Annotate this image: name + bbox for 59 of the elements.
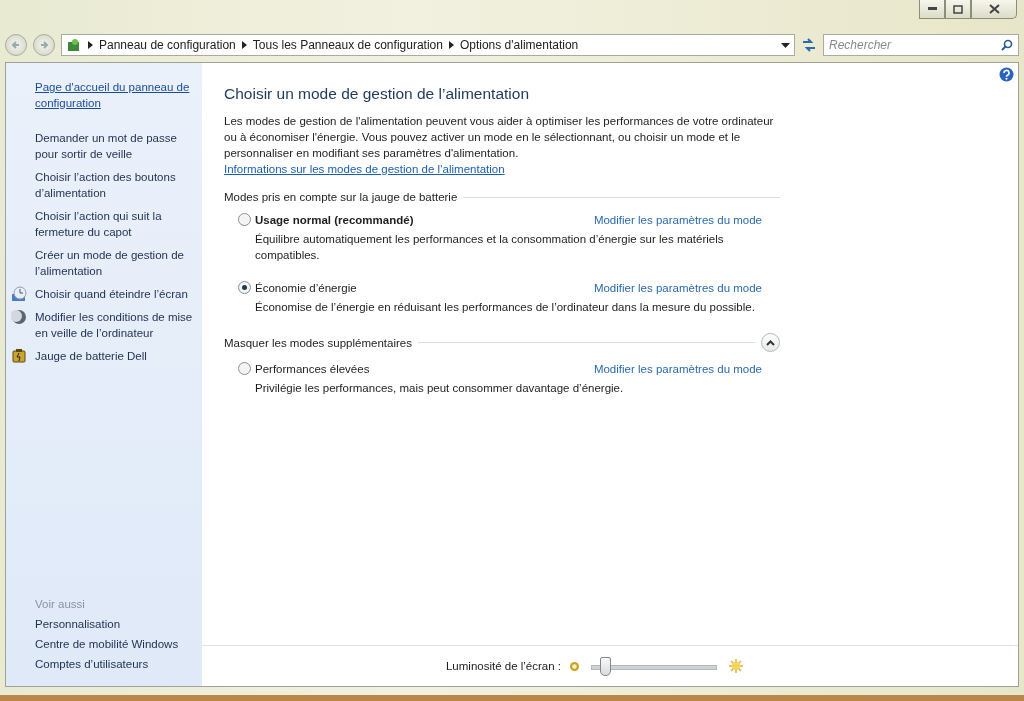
info-link[interactable]: Informations sur les modes de gestion de l’alimentation bbox=[224, 163, 505, 175]
plan-name: Économie d’énergie bbox=[255, 281, 357, 294]
task-link[interactable]: Choisir l’action des boutons d’alimentation bbox=[35, 169, 194, 201]
see-also-heading: Voir aussi bbox=[35, 598, 86, 610]
breadcrumb-arrow-icon bbox=[241, 41, 247, 49]
plan-description: Privilégie les performances, mais peut consommer davantage d’énergie. bbox=[255, 381, 625, 396]
back-arrow-icon bbox=[11, 40, 21, 50]
radio-button[interactable] bbox=[238, 362, 251, 375]
breadcrumb-arrow-icon bbox=[88, 41, 93, 49]
minimize-icon bbox=[927, 7, 937, 11]
chevron-up-icon bbox=[766, 339, 775, 346]
plan-description: Économise de l’énergie en réduisant les performances de l’ordinateur dans la mesure du possible. bbox=[255, 300, 756, 315]
see-also-link[interactable]: Personnalisation bbox=[35, 618, 194, 630]
maximize-button[interactable] bbox=[945, 0, 971, 19]
bright-sun-icon bbox=[728, 658, 745, 674]
task-link[interactable]: Jauge de batterie Dell bbox=[35, 348, 147, 364]
search-field[interactable]: Rechercher bbox=[823, 34, 1019, 56]
task-link[interactable]: Modifier les conditions de mise en veille de l’ordinateur bbox=[35, 309, 194, 341]
breadcrumb-item[interactable]: Tous les Panneaux de configuration bbox=[252, 38, 443, 52]
task-link[interactable]: Choisir l’action qui suit la fermeture du capot bbox=[35, 208, 194, 240]
address-bar[interactable]: Panneau de configuration Tous les Panneaux de configuration Options d'alimentation bbox=[61, 34, 795, 56]
group-heading: Masquer les modes supplémentaires bbox=[224, 336, 412, 349]
collapse-button[interactable] bbox=[761, 333, 780, 352]
monitor-clock-icon bbox=[11, 286, 27, 302]
change-settings-link[interactable]: Modifier les paramètres du mode bbox=[593, 213, 762, 226]
dropdown-arrow-icon[interactable] bbox=[781, 42, 790, 48]
moon-icon bbox=[11, 309, 27, 325]
dim-sun-icon bbox=[569, 660, 581, 672]
see-also-link[interactable]: Centre de mobilité Windows bbox=[35, 638, 194, 650]
radio-button[interactable] bbox=[238, 213, 251, 226]
close-button[interactable] bbox=[971, 0, 1017, 19]
page-title: Choisir un mode de gestion de l’alimentation bbox=[224, 85, 530, 103]
control-panel-icon bbox=[66, 37, 82, 53]
refresh-icon[interactable] bbox=[801, 38, 817, 52]
plan-name: Usage normal (recommandé) bbox=[255, 213, 414, 226]
help-icon[interactable] bbox=[999, 67, 1014, 82]
breadcrumb-item[interactable]: Options d'alimentation bbox=[459, 38, 579, 52]
see-also-link[interactable]: Comptes d’utilisateurs bbox=[35, 658, 194, 670]
slider-thumb[interactable] bbox=[600, 656, 612, 676]
search-icon bbox=[1001, 39, 1013, 51]
breadcrumb-arrow-icon bbox=[448, 41, 454, 49]
task-link[interactable]: Choisir quand éteindre l’écran bbox=[35, 286, 188, 302]
close-icon bbox=[988, 4, 1000, 14]
plan-name: Performances élevées bbox=[255, 362, 370, 375]
breadcrumb-item[interactable]: Panneau de configuration bbox=[99, 38, 236, 52]
plan-description: Équilibre automatiquement les performances et la consommation d’énergie sur les matériels compatibles. bbox=[255, 232, 725, 263]
intro-paragraph: Les modes de gestion de l'alimentation peuvent vous aider à optimiser les performances de votre ordinateur ou à économiser l'énergie. Vous pouvez activer un mode en le sélectionnant, ou choisir un mode et le personnaliser en modifiant ses paramètres d'alimentation. Informations sur les modes de gestion de l’alimentation bbox=[224, 114, 775, 177]
forward-arrow-icon bbox=[39, 40, 49, 50]
radio-button[interactable] bbox=[238, 281, 251, 294]
battery-icon bbox=[11, 348, 27, 364]
group-heading: Modes pris en compte sur la jauge de batterie bbox=[224, 191, 458, 203]
change-settings-link[interactable]: Modifier les paramètres du mode bbox=[593, 281, 762, 294]
task-link[interactable]: Demander un mot de passe pour sortir de veille bbox=[35, 130, 194, 162]
change-settings-link[interactable]: Modifier les paramètres du mode bbox=[593, 362, 762, 375]
minimize-button[interactable] bbox=[919, 0, 945, 19]
maximize-icon bbox=[953, 4, 963, 14]
home-link[interactable]: Page d'accueil du panneau de configuration bbox=[35, 79, 194, 111]
brightness-label: Luminosité de l’écran : bbox=[445, 660, 562, 672]
task-link[interactable]: Créer un mode de gestion de l’alimentation bbox=[35, 247, 194, 279]
